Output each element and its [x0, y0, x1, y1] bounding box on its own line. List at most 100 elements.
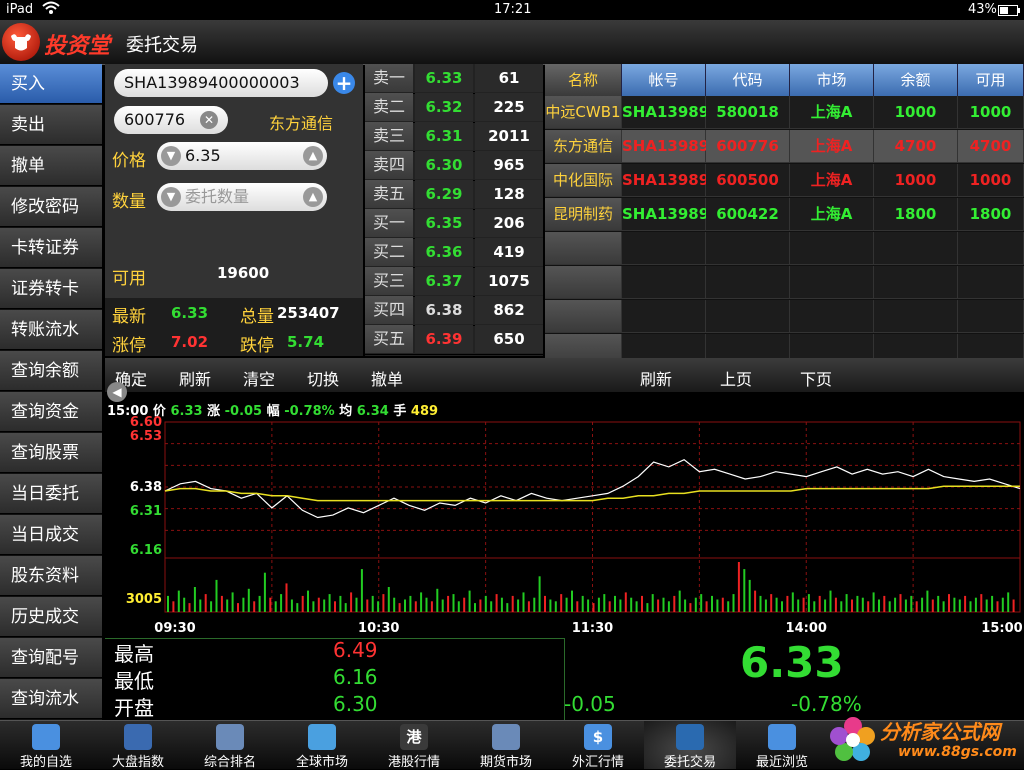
holdings-cell[interactable] [958, 232, 1024, 265]
holdings-cell[interactable] [622, 300, 706, 333]
orderbook-row[interactable]: 买五 6.39 650 [365, 325, 543, 355]
quantity-decrease-icon[interactable]: ▼ [161, 187, 181, 207]
sidebar-item[interactable]: 查询余额 [0, 351, 102, 391]
holdings-cell[interactable]: 1800 [874, 198, 958, 231]
holdings-cell[interactable] [622, 232, 706, 265]
tab-2[interactable]: 大盘指数 [92, 721, 184, 770]
tab-7[interactable]: $ 外汇行情 [552, 721, 644, 770]
holdings-cell[interactable]: 4700 [874, 130, 958, 163]
holdings-cell[interactable]: 1000 [958, 96, 1024, 129]
sidebar-item[interactable]: 查询资金 [0, 392, 102, 432]
orderbook-row[interactable]: 买二 6.36 419 [365, 238, 543, 268]
holdings-header[interactable]: 帐号 [622, 64, 706, 96]
holdings-cell[interactable] [958, 266, 1024, 299]
holdings-cell[interactable] [706, 300, 790, 333]
price-input[interactable]: 6.35 [157, 142, 327, 170]
tab-1[interactable]: 我的自选 [0, 721, 92, 770]
sidebar-item[interactable]: 卡转证券 [0, 228, 102, 268]
holdings-cell[interactable]: SHA13989 [622, 164, 709, 197]
holdings-cell[interactable]: 600500 [706, 164, 790, 197]
tab-4[interactable]: 全球市场 [276, 721, 368, 770]
orderbook-row[interactable]: 买一 6.35 206 [365, 209, 543, 239]
holdings-header[interactable]: 可用 [958, 64, 1024, 96]
sidebar-item[interactable]: 当日委托 [0, 474, 102, 514]
sidebar-item[interactable]: 转账流水 [0, 310, 102, 350]
orderbook-row[interactable]: 买三 6.37 1075 [365, 267, 543, 297]
holdings-name-cell[interactable]: 东方通信 [545, 130, 622, 163]
sidebar-item[interactable]: 查询流水 [0, 679, 102, 719]
toolbar-button[interactable]: 撤单 [371, 366, 403, 390]
holdings-cell[interactable]: 1000 [874, 164, 958, 197]
toolbar-button[interactable]: 下页 [800, 366, 832, 390]
holdings-name-cell[interactable]: 中远CWB1 [545, 96, 622, 129]
sidebar-item[interactable]: 买入 [0, 64, 102, 104]
holdings-cell[interactable] [958, 300, 1024, 333]
holdings-cell[interactable]: SHA13989 [622, 130, 709, 163]
holdings-cell[interactable]: 1800 [958, 198, 1024, 231]
orderbook-row[interactable]: 卖四 6.30 965 [365, 151, 543, 181]
sidebar-item[interactable]: 当日成交 [0, 515, 102, 555]
tab-9[interactable]: 最近浏览 [736, 721, 828, 770]
account-field[interactable]: SHA13989400000003 [114, 69, 328, 97]
holdings-name-cell[interactable]: 昆明制药 [545, 198, 622, 231]
sidebar-item[interactable]: 证券转卡 [0, 269, 102, 309]
holdings-cell[interactable]: 600776 [706, 130, 790, 163]
orderbook-row[interactable]: 卖三 6.31 2011 [365, 122, 543, 152]
holdings-cell[interactable]: 600422 [706, 198, 790, 231]
holdings-name-cell[interactable] [545, 232, 622, 265]
toolbar-button[interactable]: 刷新 [640, 366, 672, 390]
tab-3[interactable]: 综合排名 [184, 721, 276, 770]
tab-5[interactable]: 港港股行情 [368, 721, 460, 770]
holdings-cell[interactable]: 上海A [790, 96, 874, 129]
sidebar-item[interactable]: 卖出 [0, 105, 102, 145]
orderbook-row[interactable]: 买四 6.38 862 [365, 296, 543, 326]
holdings-cell[interactable] [790, 266, 874, 299]
holdings-cell[interactable]: 上海A [790, 130, 874, 163]
quantity-increase-icon[interactable]: ▲ [303, 187, 323, 207]
holdings-cell[interactable]: 1000 [874, 96, 958, 129]
holdings-cell[interactable] [790, 300, 874, 333]
price-increase-icon[interactable]: ▲ [303, 146, 323, 166]
holdings-cell[interactable]: 1000 [958, 164, 1024, 197]
sidebar-item[interactable]: 撤单 [0, 146, 102, 186]
holdings-cell[interactable] [622, 266, 706, 299]
sidebar-item[interactable]: 股东资料 [0, 556, 102, 596]
holdings-cell[interactable] [706, 232, 790, 265]
holdings-cell[interactable]: 上海A [790, 198, 874, 231]
toolbar-button[interactable]: 清空 [243, 366, 275, 390]
tab-8[interactable]: 委托交易 [644, 721, 736, 770]
clear-icon[interactable]: ✕ [200, 111, 218, 129]
orderbook-row[interactable]: 卖五 6.29 128 [365, 180, 543, 210]
toolbar-button[interactable]: 切换 [307, 366, 339, 390]
sidebar-item[interactable]: 修改密码 [0, 187, 102, 227]
holdings-cell[interactable]: 4700 [958, 130, 1024, 163]
holdings-name-cell[interactable] [545, 266, 622, 299]
holdings-header[interactable]: 余额 [874, 64, 958, 96]
holdings-cell[interactable] [706, 266, 790, 299]
tab-6[interactable]: 期货市场 [460, 721, 552, 770]
sidebar-item[interactable]: 查询股票 [0, 433, 102, 473]
holdings-header[interactable]: 名称 [545, 64, 622, 96]
time-nav-icon[interactable]: ◀ [107, 382, 127, 402]
price-decrease-icon[interactable]: ▼ [161, 146, 181, 166]
holdings-cell[interactable] [874, 232, 958, 265]
holdings-cell[interactable] [790, 232, 874, 265]
holdings-cell[interactable]: SHA13989 [622, 198, 709, 231]
add-icon[interactable]: + [333, 72, 355, 94]
quantity-input[interactable]: 委托数量 [157, 183, 327, 211]
holdings-cell[interactable]: 580018 [706, 96, 790, 129]
holdings-name-cell[interactable]: 中化国际 [545, 164, 622, 197]
holdings-cell[interactable]: SHA13989 [622, 96, 709, 129]
toolbar-button[interactable]: 刷新 [179, 366, 211, 390]
orderbook-row[interactable]: 卖一 6.33 61 [365, 64, 543, 94]
holdings-cell[interactable] [874, 300, 958, 333]
holdings-name-cell[interactable] [545, 300, 622, 333]
sidebar-item[interactable]: 历史成交 [0, 597, 102, 637]
holdings-header[interactable]: 市场 [790, 64, 874, 96]
holdings-header[interactable]: 代码 [706, 64, 790, 96]
holdings-cell[interactable] [874, 266, 958, 299]
orderbook-row[interactable]: 卖二 6.32 225 [365, 93, 543, 123]
holdings-cell[interactable]: 上海A [790, 164, 874, 197]
toolbar-button[interactable]: 上页 [720, 366, 752, 390]
sidebar-item[interactable]: 查询配号 [0, 638, 102, 678]
